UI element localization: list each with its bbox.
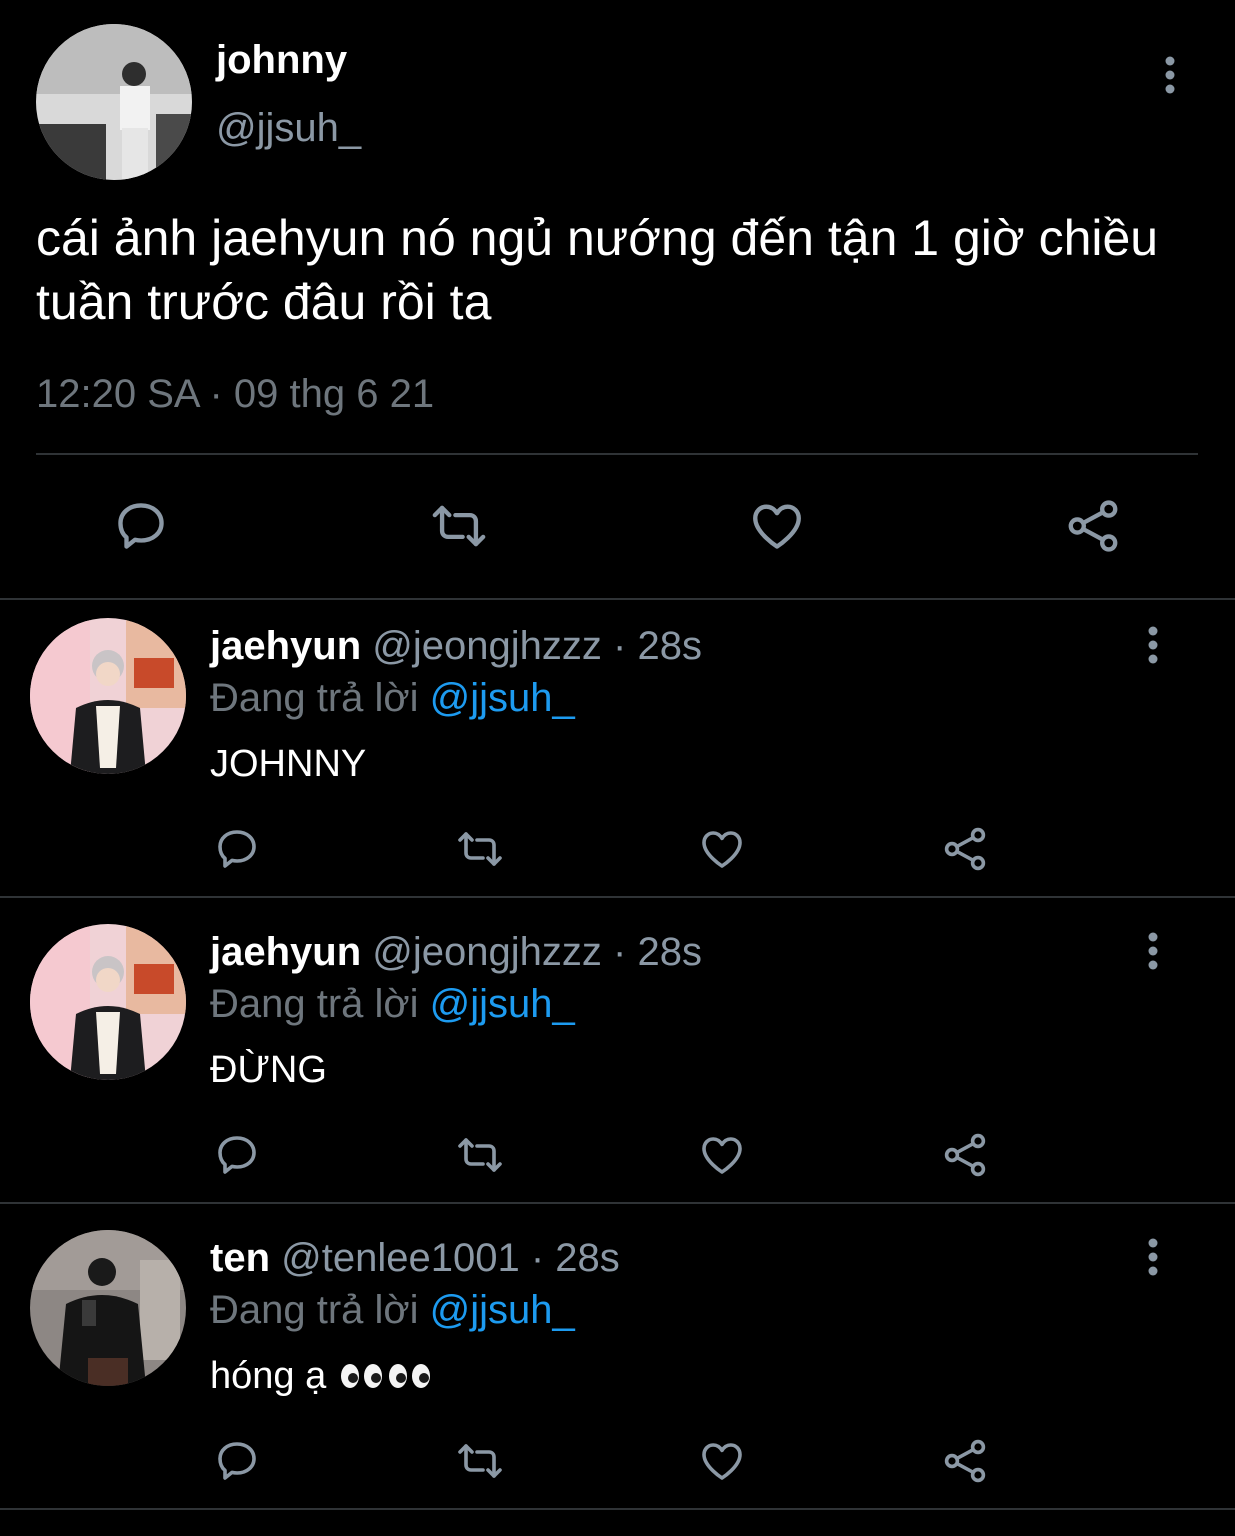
reply-author-handle[interactable]: @jeongjhzzz [372,930,602,974]
like-icon[interactable] [746,496,808,556]
like-icon[interactable] [696,1130,748,1180]
reply-author-handle[interactable]: @jeongjhzzz [372,624,602,668]
more-options-icon[interactable] [1133,1232,1173,1282]
like-icon[interactable] [696,824,748,874]
tweet-text: cái ảnh jaehyun nó ngủ nướng đến tận 1 g… [36,210,1159,330]
more-options-icon[interactable] [1133,926,1173,976]
reply-text: JOHNNY [210,743,367,785]
reply-tweet[interactable]: jaehyun @jeongjhzzz · 28s Đang trả lời @… [0,600,1235,898]
mention-link[interactable]: @jjsuh_ [430,676,575,720]
divider [0,896,1235,898]
reply-tweet[interactable]: ten @tenlee1001 · 28s Đang trả lời @jjsu… [0,1212,1235,1510]
reply-header: ten @tenlee1001 · 28s [210,1234,620,1282]
author-handle[interactable]: @jjsuh_ [216,106,361,151]
reply-time[interactable]: 28s [637,624,702,668]
replying-to: Đang trả lời @jjsuh_ [210,1286,575,1334]
reply-header: jaehyun @jeongjhzzz · 28s [210,928,702,976]
replying-to: Đang trả lời @jjsuh_ [210,674,575,722]
reply-avatar[interactable] [30,618,186,774]
divider [0,1202,1235,1204]
tweet-timestamp[interactable]: 12:20 SA · 09 thg 6 21 [36,372,434,417]
divider [36,453,1198,455]
reply-text: hóng ạ [210,1355,327,1397]
reply-author-name[interactable]: ten [210,1236,270,1280]
author-avatar[interactable] [36,24,192,180]
retweet-icon[interactable] [452,824,508,874]
reply-avatar[interactable] [30,924,186,1080]
reply-text: ĐỪNG [210,1049,327,1091]
like-icon[interactable] [696,1436,748,1486]
replying-to-label: Đang trả lời [210,1288,419,1332]
reply-author-name[interactable]: jaehyun [210,930,361,974]
reply-time[interactable]: 28s [555,1236,620,1280]
replying-to-label: Đang trả lời [210,982,419,1026]
separator-dot: · [613,624,627,668]
more-options-icon[interactable] [1150,50,1190,100]
author-name[interactable]: johnny [216,38,347,83]
mention-link[interactable]: @jjsuh_ [430,1288,575,1332]
reply-time[interactable]: 28s [637,930,702,974]
reply-author-handle[interactable]: @tenlee1001 [281,1236,520,1280]
reply-header: jaehyun @jeongjhzzz · 28s [210,622,702,670]
reply-icon[interactable] [212,824,262,874]
share-icon[interactable] [940,1436,990,1486]
separator-dot: · [613,930,627,974]
mention-link[interactable]: @jjsuh_ [430,982,575,1026]
divider [0,1508,1235,1510]
reply-icon[interactable] [212,1436,262,1486]
replying-to-label: Đang trả lời [210,676,419,720]
share-icon[interactable] [940,1130,990,1180]
tweet-thread: johnny @jjsuh_ cái ảnh jaehyun nó ngủ nư… [0,0,1235,1536]
reply-author-name[interactable]: jaehyun [210,624,361,668]
retweet-icon[interactable] [424,496,494,556]
reply-icon[interactable] [110,496,172,556]
reply-avatar[interactable] [30,1230,186,1386]
retweet-icon[interactable] [452,1436,508,1486]
reply-tweet[interactable]: jaehyun @jeongjhzzz · 28s Đang trả lời @… [0,906,1235,1204]
more-options-icon[interactable] [1133,620,1173,670]
replying-to: Đang trả lời @jjsuh_ [210,980,575,1028]
share-icon[interactable] [940,824,990,874]
retweet-icon[interactable] [452,1130,508,1180]
reply-icon[interactable] [212,1130,262,1180]
eyes-emoji [339,1354,435,1402]
reply-text-container: hóng ạ [210,1352,435,1402]
separator-dot: · [530,1236,545,1280]
share-icon[interactable] [1062,496,1124,556]
